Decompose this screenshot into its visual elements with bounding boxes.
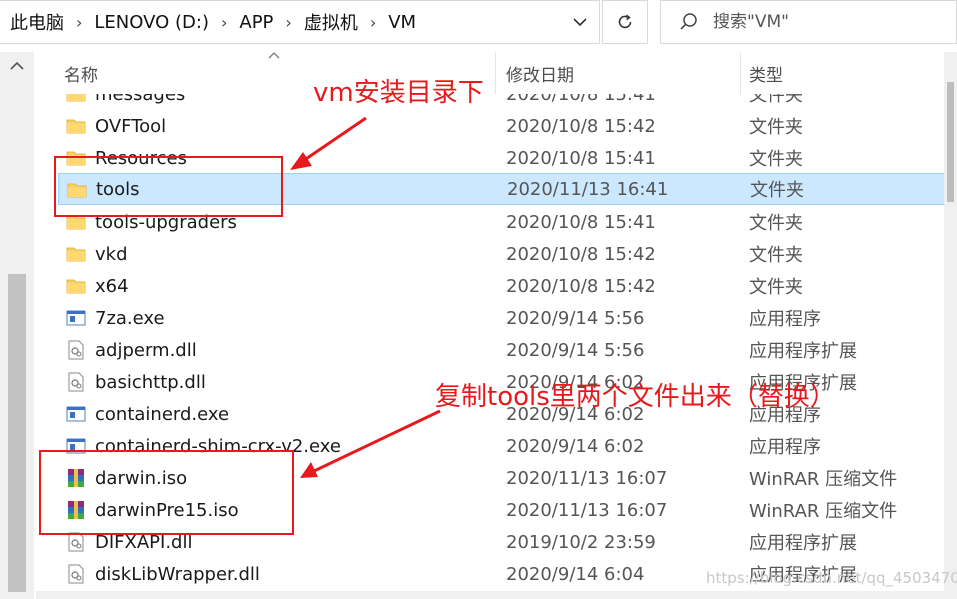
watermark: https://blog.csdn.net/qq_45034708 — [706, 569, 957, 587]
annotation-arrow-2 — [311, 409, 441, 474]
annotation-arrow-1 — [299, 116, 367, 165]
annotation-note-copy-files: 复制tools里两个文件出来（替换） — [435, 382, 836, 412]
annotation-note-install-dir: vm安装目录下 — [313, 78, 484, 108]
annotation-arrowhead-1 — [290, 152, 312, 170]
